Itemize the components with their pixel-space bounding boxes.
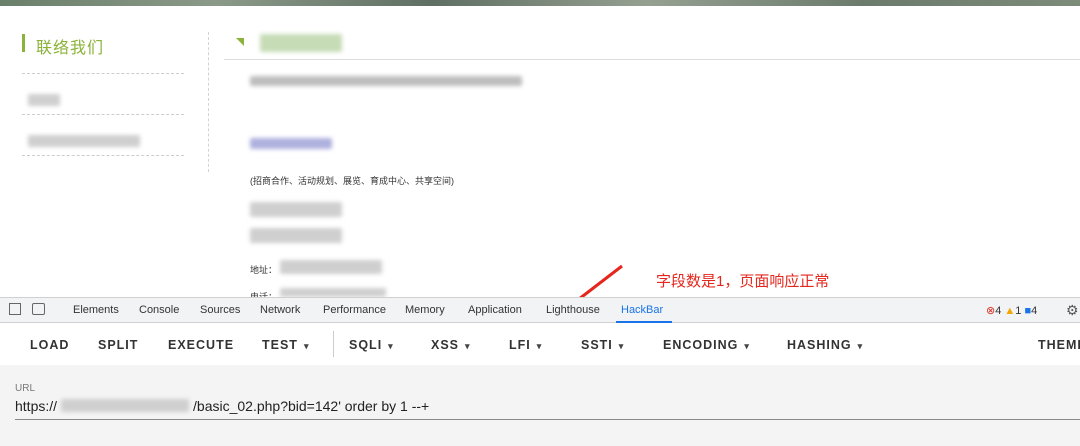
divider (22, 114, 184, 115)
url-label: URL (15, 383, 36, 394)
contact-link-blurred[interactable] (250, 138, 332, 149)
header-banner-image (0, 0, 1080, 6)
tab-elements[interactable]: Elements (73, 304, 119, 316)
toolbar-separator (333, 331, 334, 357)
title-marker-icon (236, 38, 244, 46)
devtools-panel: Elements Console Sources Network Perform… (0, 297, 1080, 446)
contact-person-blurred (250, 202, 342, 217)
xss-label: XSS (431, 338, 460, 352)
url-host-blurred (61, 399, 190, 412)
tab-console[interactable]: Console (139, 304, 179, 316)
address-value-blurred (280, 260, 382, 274)
devtools-status[interactable]: ⊗4 ▲1 ■4 (986, 304, 1037, 317)
hackbar-toolbar: LOAD SPLIT EXECUTE TEST ▾ SQLI ▾ XSS ▾ LFI ▾… (0, 323, 1080, 365)
tab-hackbar[interactable]: HackBar (621, 304, 663, 316)
divider (22, 155, 184, 156)
contact-phone-blurred (250, 228, 342, 243)
hashing-menu[interactable]: HASHING ▾ (787, 338, 863, 352)
url-prefix: https:// (15, 398, 58, 414)
test-menu[interactable]: TEST ▾ (262, 338, 309, 352)
sidebar-item-blurred[interactable] (28, 94, 60, 106)
test-label: TEST (262, 338, 298, 352)
chevron-down-icon: ▾ (618, 341, 625, 351)
split-button[interactable]: SPLIT (98, 338, 138, 352)
lfi-menu[interactable]: LFI ▾ (509, 338, 542, 352)
execute-button[interactable]: EXECUTE (168, 338, 234, 352)
sidebar-title: 联络我们 (36, 40, 105, 57)
inspect-element-icon[interactable] (9, 303, 21, 315)
xss-menu[interactable]: XSS ▾ (431, 338, 471, 352)
url-underline (15, 419, 1080, 420)
chevron-down-icon: ▾ (536, 341, 543, 351)
title-rule (224, 59, 1080, 60)
theme-menu[interactable]: THEME (1038, 338, 1080, 352)
column-divider (208, 32, 209, 172)
section-title-blurred (260, 34, 342, 52)
chevron-down-icon: ▾ (857, 341, 864, 351)
lfi-label: LFI (509, 338, 531, 352)
encoding-menu[interactable]: ENCODING ▾ (663, 338, 750, 352)
company-name-blurred (250, 76, 522, 86)
chevron-down-icon: ▾ (465, 341, 471, 351)
tab-lighthouse[interactable]: Lighthouse (546, 304, 600, 316)
tab-memory[interactable]: Memory (405, 304, 445, 316)
warning-count: 1 (1015, 305, 1022, 317)
sidebar-item-blurred[interactable] (28, 135, 140, 147)
url-path: /basic_02.php?bid=142' order by 1 --+ (193, 398, 430, 414)
sqli-label: SQLI (349, 338, 383, 352)
settings-gear-icon[interactable]: ⚙ (1066, 302, 1079, 319)
tab-network[interactable]: Network (260, 304, 300, 316)
chevron-down-icon: ▾ (303, 341, 310, 351)
hashing-label: HASHING (787, 338, 852, 352)
info-count: 4 (1031, 305, 1038, 317)
ssti-menu[interactable]: SSTI ▾ (581, 338, 624, 352)
contact-description: (招商合作、活动规划、展览、育成中心、共享空间) (250, 176, 454, 186)
url-input[interactable]: https:// /basic_02.php?bid=142' order by … (15, 398, 429, 414)
load-button[interactable]: LOAD (30, 338, 69, 352)
title-accent-bar (22, 34, 25, 52)
sqli-menu[interactable]: SQLI ▾ (349, 338, 394, 352)
divider (22, 73, 184, 74)
tab-sources[interactable]: Sources (200, 304, 240, 316)
tab-performance[interactable]: Performance (323, 304, 386, 316)
tab-application[interactable]: Application (468, 304, 522, 316)
address-label: 地址： (250, 265, 278, 275)
warning-icon: ▲ (1004, 305, 1016, 317)
chevron-down-icon: ▾ (744, 341, 750, 351)
encoding-label: ENCODING (663, 338, 739, 352)
chevron-down-icon: ▾ (388, 341, 394, 351)
devtools-tab-bar: Elements Console Sources Network Perform… (0, 297, 1080, 323)
device-toolbar-icon[interactable] (32, 303, 45, 315)
ssti-label: SSTI (581, 338, 613, 352)
error-count: 4 (995, 305, 1002, 317)
tel-value-blurred (280, 288, 386, 297)
error-icon: ⊗ (986, 305, 996, 317)
annotation-text: 字段数是1，页面响应正常 (656, 273, 830, 290)
url-field[interactable]: URL https:// /basic_02.php?bid=142' order… (0, 365, 1080, 446)
